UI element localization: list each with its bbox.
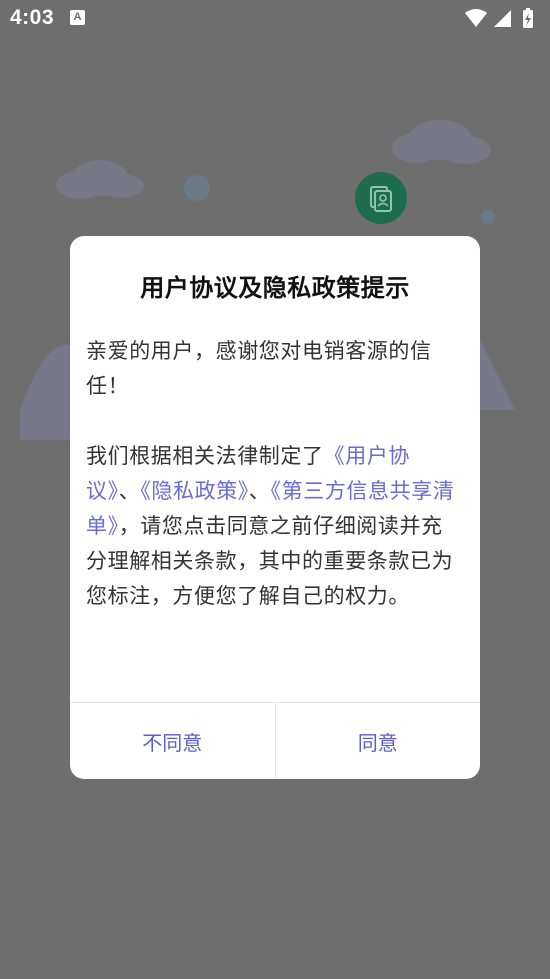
dialog-body: 亲爱的用户，感谢您对电销客源的信任！ 我们根据相关法律制定了《用户协议》、《隐私… (86, 334, 456, 614)
separator-1: 、 (118, 479, 141, 503)
agree-button[interactable]: 同意 (276, 703, 481, 779)
intro-text: 我们根据相关法律制定了 (86, 444, 324, 468)
dialog-title: 用户协议及隐私政策提示 (140, 274, 410, 302)
disagree-button[interactable]: 不同意 (70, 703, 276, 779)
privacy-policy-link[interactable]: 《隐私政策》 (140, 479, 249, 503)
greeting-text: 亲爱的用户，感谢您对电销客源的信任！ (86, 339, 432, 398)
tail-text: ，请您点击同意之前仔细阅读并充分理解相关条款，其中的重要条款已为您标注，方便您了… (86, 514, 454, 608)
privacy-agreement-dialog: 用户协议及隐私政策提示 亲爱的用户，感谢您对电销客源的信任！ 我们根据相关法律制… (70, 236, 480, 779)
separator-2: 、 (248, 479, 271, 503)
agreement-paragraph: 我们根据相关法律制定了《用户协议》、《隐私政策》、《第三方信息共享清单》，请您点… (86, 439, 456, 614)
dialog-buttons: 不同意 同意 (70, 702, 480, 779)
